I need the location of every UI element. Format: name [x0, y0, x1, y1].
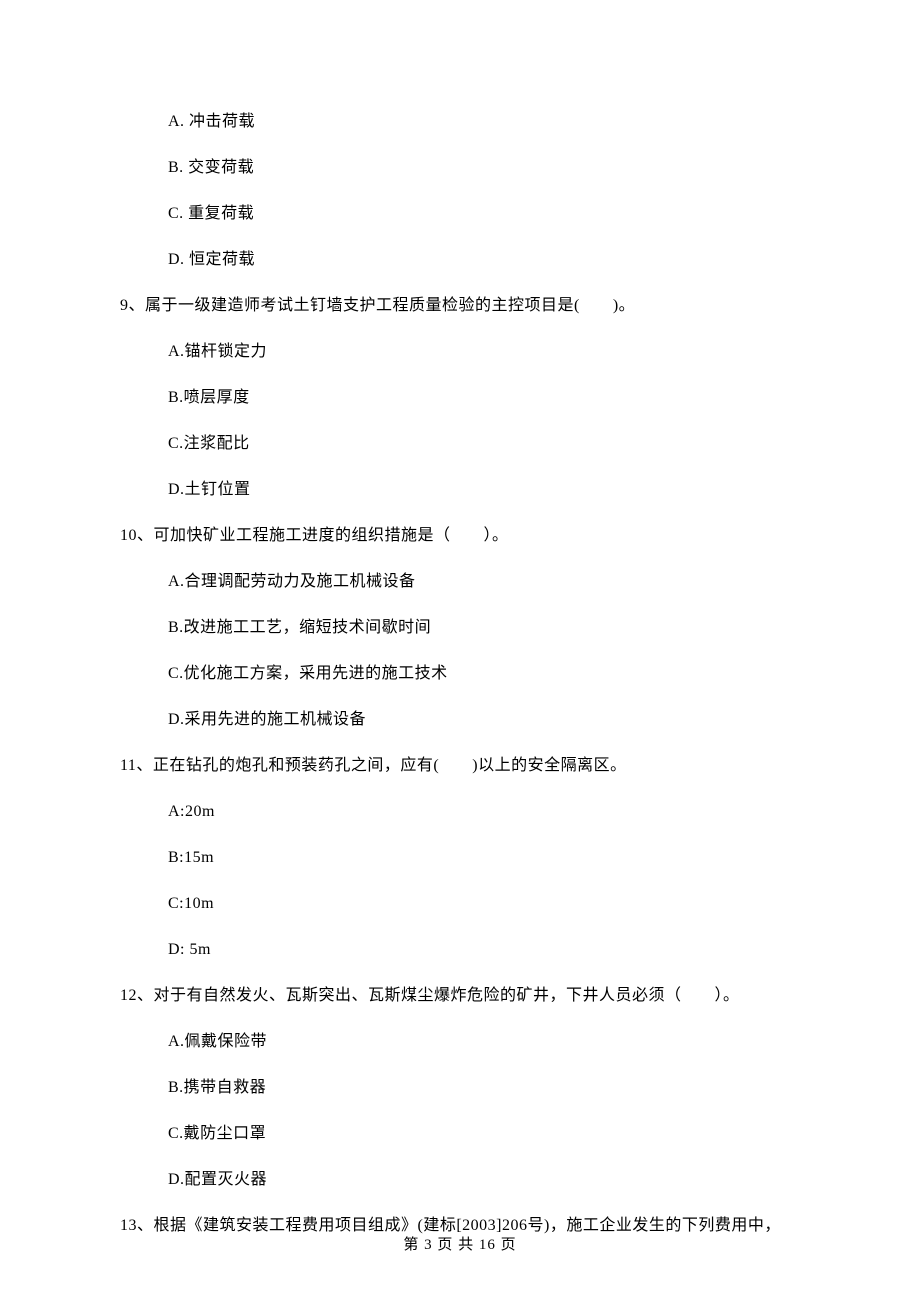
option-a: A:20m [168, 800, 800, 824]
question-12-options: A.佩戴保险带 B.携带自救器 C.戴防尘口罩 D.配置灭火器 [120, 1030, 800, 1192]
option-c: C.注浆配比 [168, 432, 800, 456]
option-d: D.配置灭火器 [168, 1168, 800, 1192]
prev-question-options: A. 冲击荷载 B. 交变荷载 C. 重复荷载 D. 恒定荷载 [120, 110, 800, 272]
question-12: 12、对于有自然发火、瓦斯突出、瓦斯煤尘爆炸危险的矿井，下井人员必须（ ）。 [120, 984, 800, 1008]
question-11: 11、正在钻孔的炮孔和预装药孔之间，应有( )以上的安全隔离区。 [120, 754, 800, 778]
option-c: C.戴防尘口罩 [168, 1122, 800, 1146]
question-9-options: A.锚杆锁定力 B.喷层厚度 C.注浆配比 D.土钉位置 [120, 340, 800, 502]
option-a: A. 冲击荷载 [168, 110, 800, 134]
option-d: D. 恒定荷载 [168, 248, 800, 272]
option-a: A.佩戴保险带 [168, 1030, 800, 1054]
option-b: B.改进施工工艺，缩短技术间歇时间 [168, 616, 800, 640]
option-a: A.合理调配劳动力及施工机械设备 [168, 570, 800, 594]
exam-page: A. 冲击荷载 B. 交变荷载 C. 重复荷载 D. 恒定荷载 9、属于一级建造… [0, 0, 920, 1238]
option-b: B.携带自救器 [168, 1076, 800, 1100]
option-d: D.采用先进的施工机械设备 [168, 708, 800, 732]
option-d: D.土钉位置 [168, 478, 800, 502]
option-d: D: 5m [168, 938, 800, 962]
question-10: 10、可加快矿业工程施工进度的组织措施是（ ）。 [120, 524, 800, 548]
page-footer: 第 3 页 共 16 页 [0, 1233, 920, 1254]
option-c: C.优化施工方案，采用先进的施工技术 [168, 662, 800, 686]
question-9: 9、属于一级建造师考试土钉墙支护工程质量检验的主控项目是( )。 [120, 294, 800, 318]
option-b: B.喷层厚度 [168, 386, 800, 410]
option-b: B. 交变荷载 [168, 156, 800, 180]
option-c: C. 重复荷载 [168, 202, 800, 226]
option-c: C:10m [168, 892, 800, 916]
option-b: B:15m [168, 846, 800, 870]
option-a: A.锚杆锁定力 [168, 340, 800, 364]
question-10-options: A.合理调配劳动力及施工机械设备 B.改进施工工艺，缩短技术间歇时间 C.优化施… [120, 570, 800, 732]
question-11-options: A:20m B:15m C:10m D: 5m [120, 800, 800, 962]
